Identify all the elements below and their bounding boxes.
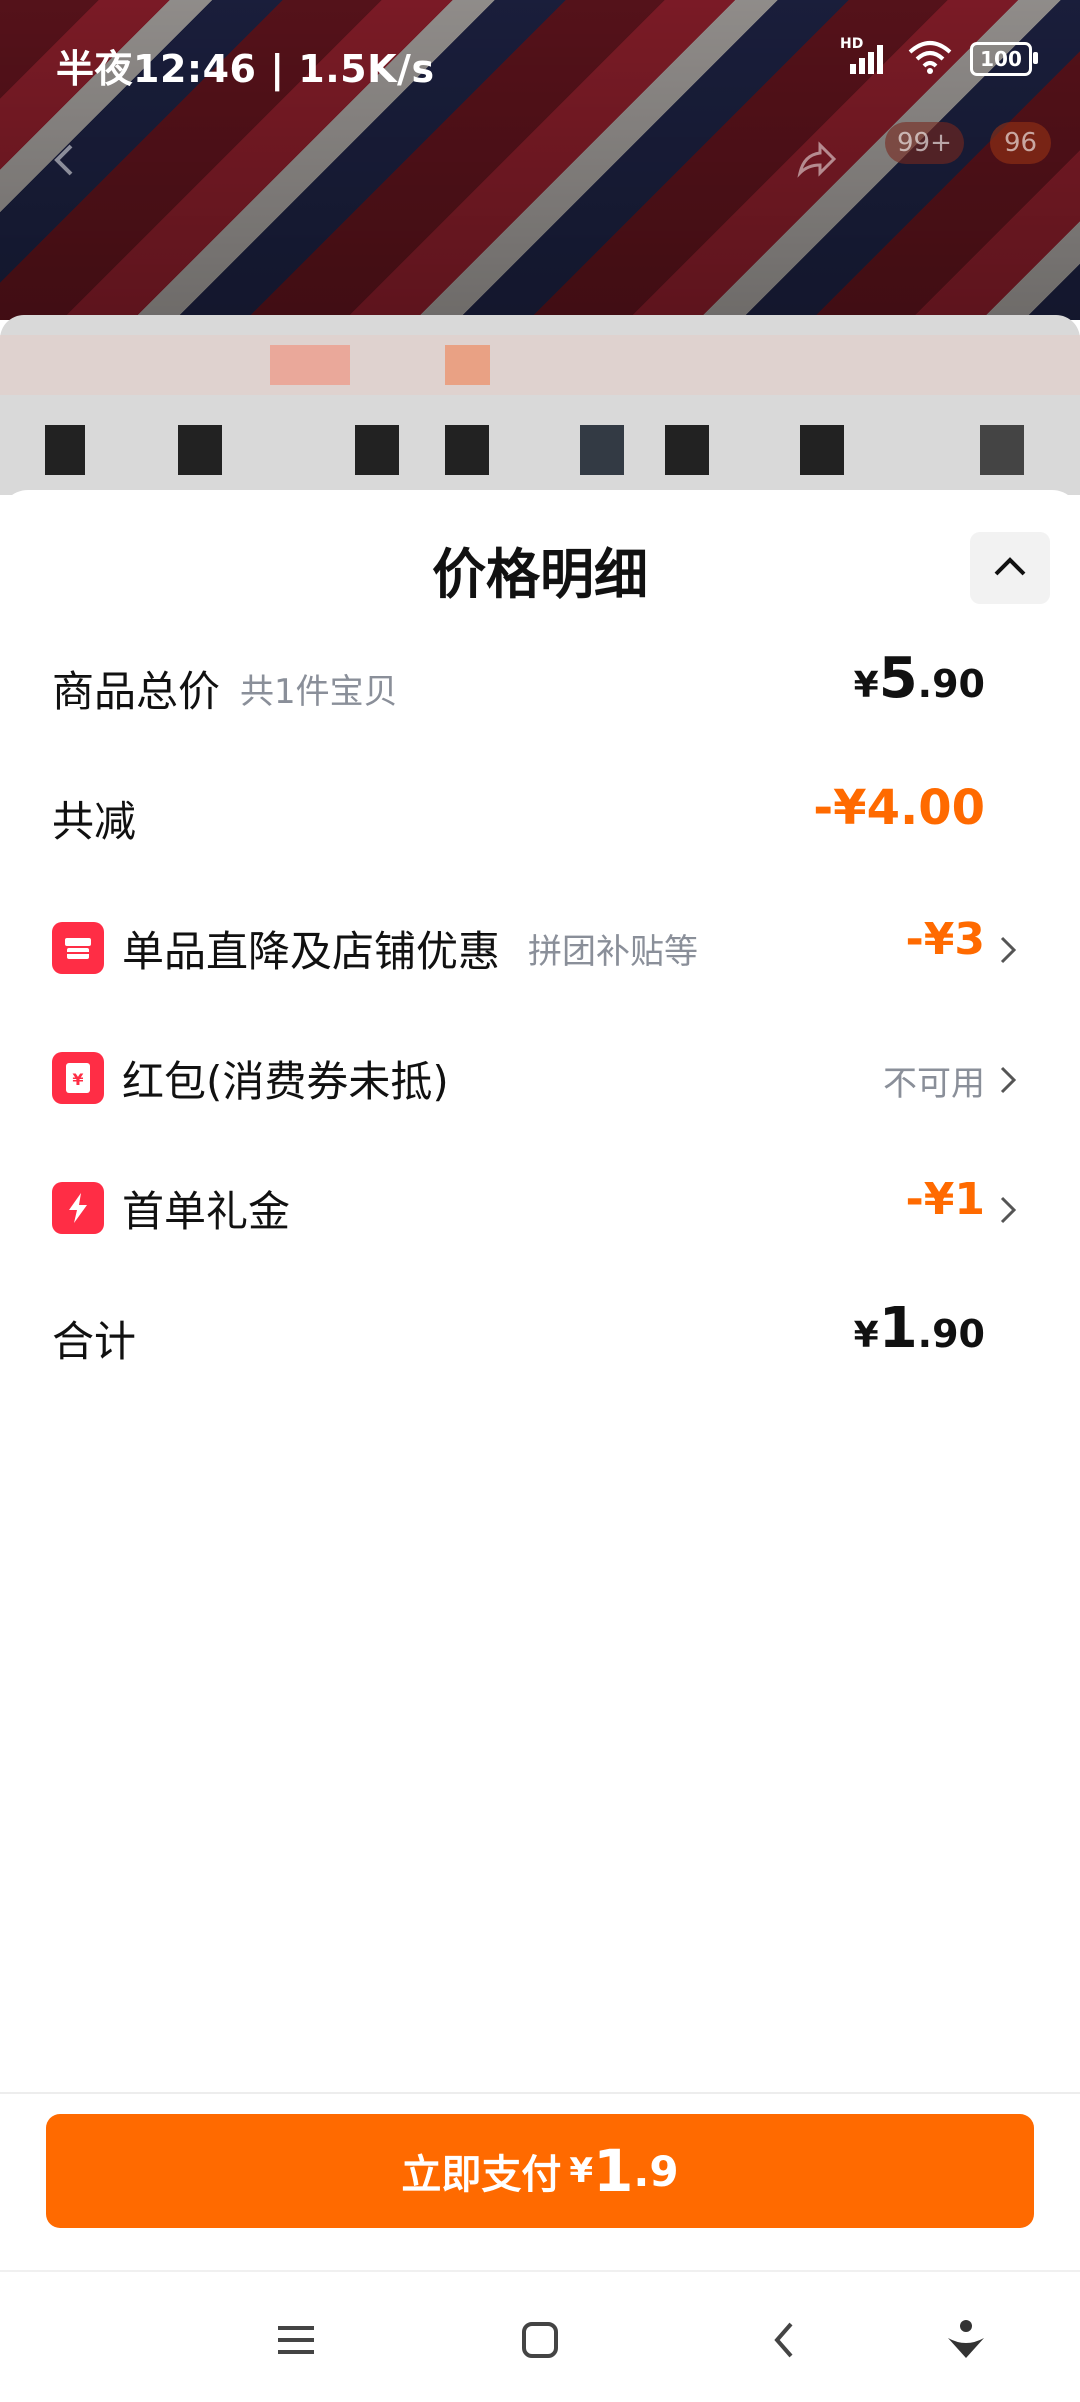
store-icon bbox=[52, 922, 104, 974]
subtotal-row: 商品总价 共1件宝贝 ¥5.90 bbox=[0, 640, 1080, 760]
pay-currency: ¥ bbox=[569, 2151, 594, 2191]
red-packet-label: 红包(消费券未抵) bbox=[122, 1057, 449, 1106]
chevron-right-icon bbox=[996, 1190, 1020, 1230]
price-integer: 1 bbox=[878, 1296, 918, 1361]
red-packet-row[interactable]: ¥ 红包(消费券未抵) 不可用 bbox=[0, 1030, 1080, 1150]
footer-divider bbox=[0, 2092, 1080, 2094]
chevron-right-icon bbox=[996, 930, 1020, 970]
system-navigation-bar bbox=[0, 2270, 1080, 2402]
background-card bbox=[0, 315, 1080, 495]
store-discount-label: 单品直降及店铺优惠 bbox=[122, 927, 501, 976]
battery-level: 100 bbox=[980, 47, 1022, 71]
background-block bbox=[355, 425, 399, 475]
cart-badge[interactable]: 99+ bbox=[885, 122, 964, 164]
discount-total-row: 共减 -¥4.00 bbox=[0, 770, 1080, 890]
currency-symbol: ¥ bbox=[853, 665, 879, 706]
chevron-up-icon bbox=[992, 554, 1028, 582]
background-block bbox=[665, 425, 709, 475]
share-icon[interactable] bbox=[790, 135, 840, 185]
first-order-gift-row[interactable]: 首单礼金 -¥1 bbox=[0, 1160, 1080, 1280]
background-tag bbox=[445, 345, 490, 385]
pay-integer: 1 bbox=[593, 2137, 634, 2205]
back-arrow-icon[interactable] bbox=[45, 140, 85, 180]
pay-now-button[interactable]: 立即支付 ¥1.9 bbox=[46, 2114, 1034, 2228]
assistant-icon[interactable] bbox=[938, 2312, 994, 2368]
chevron-right-icon bbox=[996, 1060, 1020, 1100]
status-time: 半夜12:46 | 1.5K/s bbox=[56, 47, 435, 91]
battery-icon: 100 bbox=[970, 42, 1038, 76]
background-block bbox=[445, 425, 489, 475]
home-square-icon[interactable] bbox=[512, 2312, 568, 2368]
lightning-icon bbox=[52, 1182, 104, 1234]
discount-total-label: 共减 bbox=[52, 797, 137, 846]
red-packet-status: 不可用 bbox=[883, 1064, 985, 1104]
price-decimal: .90 bbox=[917, 662, 985, 706]
store-discount-row[interactable]: 单品直降及店铺优惠 拼团补贴等 -¥3 bbox=[0, 900, 1080, 1020]
currency-symbol: ¥ bbox=[853, 1315, 879, 1356]
store-discount-sublabel: 拼团补贴等 bbox=[528, 932, 698, 972]
discount-total-value: -¥4.00 bbox=[813, 780, 985, 836]
wifi-icon bbox=[908, 40, 952, 78]
collapse-button[interactable] bbox=[970, 532, 1050, 604]
first-order-gift-value: -¥1 bbox=[905, 1174, 986, 1225]
network-type: HD bbox=[840, 36, 864, 52]
pay-decimal: .9 bbox=[633, 2146, 679, 2196]
sheet-title: 价格明细 bbox=[432, 543, 648, 606]
background-strip bbox=[0, 335, 1080, 395]
red-packet-icon: ¥ bbox=[52, 1052, 104, 1104]
status-icons: HD 100 bbox=[840, 36, 1038, 78]
subtotal-count: 共1件宝贝 bbox=[240, 672, 398, 712]
background-block bbox=[45, 425, 85, 475]
status-bar: 半夜12:46 | 1.5K/s HD 100 bbox=[0, 0, 1080, 100]
price-integer: 5 bbox=[878, 646, 918, 711]
pay-button-label: 立即支付 bbox=[401, 2152, 562, 2198]
background-block bbox=[800, 425, 844, 475]
message-badge[interactable]: 96 bbox=[990, 122, 1052, 164]
background-tag bbox=[270, 345, 350, 385]
svg-text:¥: ¥ bbox=[72, 1070, 83, 1089]
menu-icon[interactable] bbox=[268, 2312, 324, 2368]
total-value: ¥1.90 bbox=[854, 1296, 985, 1361]
subtotal-label: 商品总价 bbox=[52, 667, 221, 716]
signal-icon: HD bbox=[840, 36, 890, 76]
price-decimal: .90 bbox=[917, 1312, 985, 1356]
total-row: 合计 ¥1.90 bbox=[0, 1290, 1080, 1410]
back-icon[interactable] bbox=[756, 2312, 812, 2368]
total-label: 合计 bbox=[52, 1317, 137, 1366]
first-order-gift-label: 首单礼金 bbox=[122, 1187, 291, 1236]
background-block bbox=[580, 425, 624, 475]
background-block bbox=[980, 425, 1024, 475]
subtotal-value: ¥5.90 bbox=[854, 646, 985, 711]
store-discount-value: -¥3 bbox=[905, 914, 986, 965]
background-block bbox=[178, 425, 222, 475]
